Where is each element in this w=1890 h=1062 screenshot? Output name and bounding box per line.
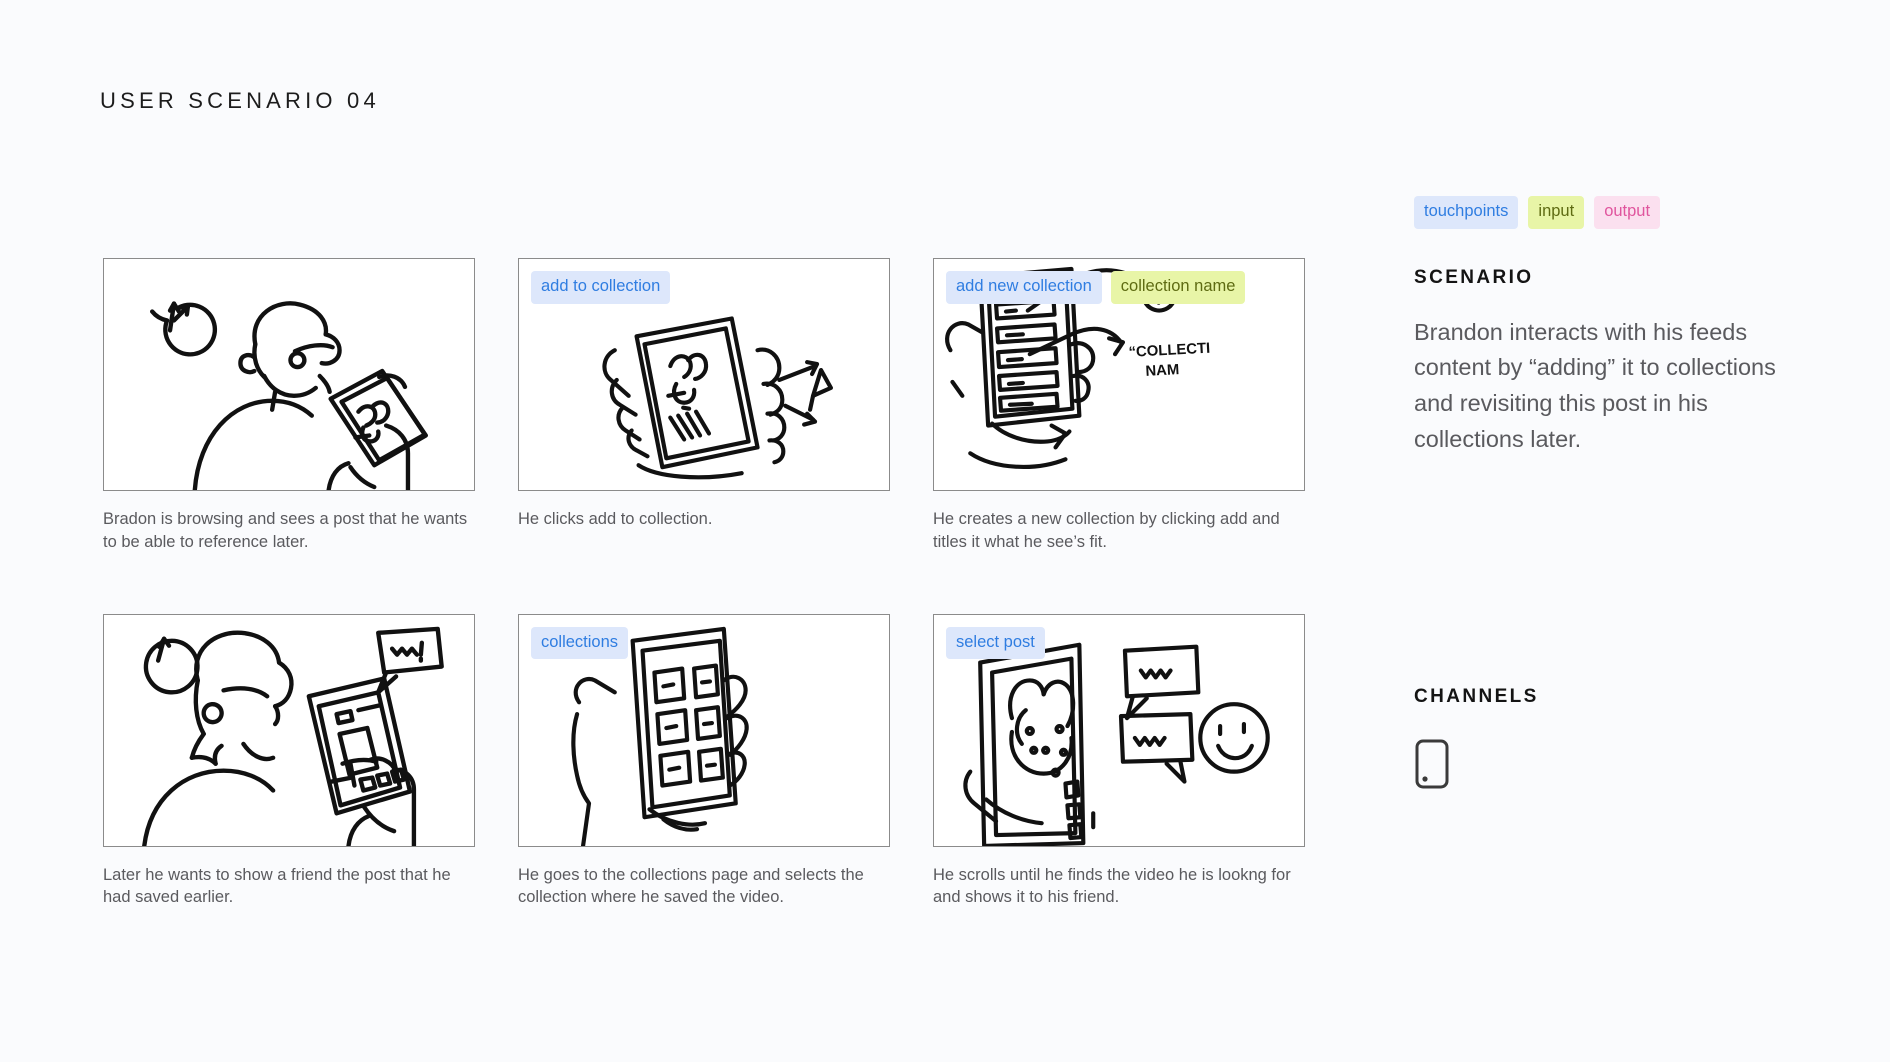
tag-select-post[interactable]: select post xyxy=(946,626,1045,660)
panel-6-frame[interactable]: select post xyxy=(933,613,1305,847)
panel-6-tags: select post xyxy=(946,626,1045,660)
tag-collections[interactable]: collections xyxy=(531,626,629,660)
storyboard-row-1: Bradon is browsing and sees a post that … xyxy=(103,258,1307,554)
tag-add-to-collection[interactable]: add to collection xyxy=(531,271,671,304)
legend: touchpoints input output xyxy=(1414,196,1814,229)
sketch-person-with-phone-and-clock xyxy=(150,301,428,490)
legend-tag-touchpoints[interactable]: touchpoints xyxy=(1414,196,1519,229)
right-rail: touchpoints input output SCENARIO Brando… xyxy=(1414,196,1814,789)
legend-tag-input[interactable]: input xyxy=(1528,196,1585,229)
sketch-handwriting-line2: NAM xyxy=(1145,362,1180,380)
panel-2-caption: He clicks add to collection. xyxy=(518,510,713,528)
legend-tag-output[interactable]: output xyxy=(1594,196,1661,229)
scenario-heading: SCENARIO xyxy=(1414,266,1534,288)
channels-section: CHANNELS xyxy=(1414,686,1814,790)
storyboard-panel-1: Bradon is browsing and sees a post that … xyxy=(103,258,477,554)
panel-4-frame[interactable] xyxy=(103,613,475,847)
storyboard-panel-6: select post He scrolls until he finds th… xyxy=(933,613,1307,910)
panel-3-caption: He creates a new collection by clicking … xyxy=(933,510,1280,551)
panel-5-tags: collections xyxy=(531,626,629,660)
panel-5-frame[interactable]: collections xyxy=(518,613,890,847)
tag-add-new-collection[interactable]: add new collection xyxy=(946,271,1102,304)
storyboard-panel-2: add to collection He clicks add to colle… xyxy=(518,258,892,554)
panel-5-caption: He goes to the collections page and sele… xyxy=(518,865,864,907)
panel-6-caption: He scrolls until he finds the video he i… xyxy=(933,865,1291,907)
mobile-phone-icon xyxy=(1414,738,1450,790)
panel-2-frame[interactable]: add to collection xyxy=(518,258,890,491)
panel-3-frame[interactable]: add new collection collection name “COLL… xyxy=(933,258,1305,491)
page-title: USER SCENARIO 04 xyxy=(100,88,380,113)
panel-4-caption: Later he wants to show a friend the post… xyxy=(103,865,451,907)
storyboard-page: USER SCENARIO 04 Bradon is browsing and … xyxy=(0,0,1890,1062)
panel-2-tags: add to collection xyxy=(531,271,671,304)
scenario-body: Brandon interacts with his feeds content… xyxy=(1414,318,1776,452)
panel-1-caption: Bradon is browsing and sees a post that … xyxy=(103,510,468,551)
storyboard-panel-3: add new collection collection name “COLL… xyxy=(933,258,1307,554)
sketch-handwriting-line1: “COLLECTI xyxy=(1128,341,1210,361)
channels-heading: CHANNELS xyxy=(1414,686,1539,707)
storyboard-panel-4: Later he wants to show a friend the post… xyxy=(103,613,477,910)
panel-1-frame[interactable] xyxy=(103,258,475,491)
tag-collection-name[interactable]: collection name xyxy=(1110,271,1246,304)
sketch-person-reading-phone-with-speech-bubble xyxy=(142,626,444,846)
storyboard-grid: Bradon is browsing and sees a post that … xyxy=(103,258,1307,909)
storyboard-row-2: Later he wants to show a friend the post… xyxy=(103,613,1307,910)
storyboard-panel-5: collections He goes to the collections p… xyxy=(518,613,892,910)
panel-3-tags: add new collection collection name xyxy=(946,271,1246,304)
